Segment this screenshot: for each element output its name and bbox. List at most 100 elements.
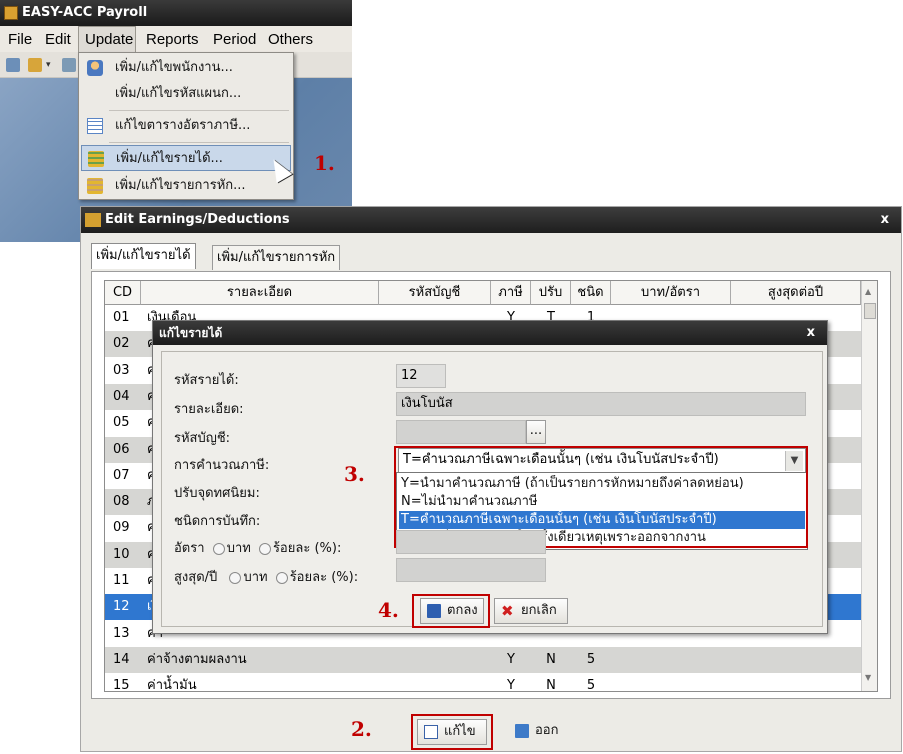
dialog-title: แก้ไขรายได้	[159, 326, 223, 340]
table-cell-cd: 11	[113, 573, 130, 588]
column-header-account[interactable]: รหัสบัญชี	[379, 281, 491, 305]
max-percent-radio[interactable]	[275, 571, 288, 584]
tab-deductions[interactable]: เพิ่ม/แก้ไขรายการหัก	[212, 245, 341, 270]
menu-bar: File Edit Update Reports Period Others	[0, 26, 352, 52]
desc-label: รายละเอียด:	[174, 402, 244, 417]
step-2-highlight	[411, 714, 493, 750]
code-field[interactable]: 12	[396, 364, 446, 388]
step-1-label: 1.	[314, 151, 335, 175]
table-row[interactable]: 15 ค่าน้ำมัน Y N 5	[105, 673, 861, 692]
table-cell-acct	[385, 647, 489, 673]
menu-item-earnings[interactable]: เพิ่ม/แก้ไขรายได้...	[81, 145, 291, 171]
menu-period[interactable]: Period	[213, 30, 256, 50]
tax-calc-label: การคำนวณภาษี:	[174, 458, 270, 473]
update-menu-dropdown: เพิ่ม/แก้ไขพนักงาน... เพิ่ม/แก้ไขรหัสแผน…	[78, 52, 294, 200]
table-cell-acct	[385, 673, 489, 691]
edit-window-title: Edit Earnings/Deductions	[105, 212, 290, 227]
table-cell-cd: 15	[113, 678, 130, 692]
app-icon	[4, 6, 18, 20]
table-cell-tax: Y	[507, 651, 515, 667]
column-header-max[interactable]: สูงสุดต่อปี	[731, 281, 861, 305]
menu-item-tax-table[interactable]: แก้ไขตารางอัตราภาษี...	[81, 113, 291, 139]
app-title-bar: EASY-ACC Payroll	[0, 0, 352, 26]
column-header-desc[interactable]: รายละเอียด	[141, 281, 379, 305]
toolbar-book-icon[interactable]	[6, 58, 20, 72]
app-title: EASY-ACC Payroll	[22, 5, 148, 20]
max-year-row: สูงสุด/ปี บาท ร้อยละ (%):	[174, 570, 359, 585]
menu-separator	[109, 142, 289, 143]
close-icon[interactable]: x	[881, 207, 889, 233]
menu-others[interactable]: Others	[268, 30, 313, 50]
table-cell-cd: 03	[113, 362, 130, 378]
record-type-label: ชนิดการบันทึก:	[174, 514, 261, 529]
table-cell-cd: 08	[113, 494, 130, 510]
scroll-thumb[interactable]	[864, 303, 876, 319]
cancel-x-icon: ✖	[501, 602, 514, 620]
table-cell-cd: 04	[113, 388, 130, 404]
money-icon	[88, 151, 104, 167]
table-cell-cd: 12	[113, 599, 130, 615]
max-year-field[interactable]	[396, 558, 546, 582]
vertical-scrollbar[interactable]: ▲ ▼	[861, 281, 877, 691]
money-icon	[85, 213, 101, 227]
account-browse-button[interactable]: ...	[526, 420, 546, 444]
menu-edit[interactable]: Edit	[45, 30, 71, 50]
table-cell-adj: N	[546, 678, 556, 692]
column-header-type[interactable]: ชนิด	[571, 281, 611, 305]
money-icon	[87, 178, 103, 194]
code-label: รหัสรายได้:	[174, 373, 239, 388]
toolbar-add-icon[interactable]	[28, 58, 42, 72]
rounding-label: ปรับจุดทศนิยม:	[174, 486, 260, 501]
table-cell-cd: 05	[113, 415, 130, 431]
scroll-down-icon[interactable]: ▼	[865, 673, 871, 682]
table-cell-type: 5	[586, 678, 596, 692]
column-header-cd[interactable]: CD	[105, 281, 141, 305]
table-cell-tax: Y	[507, 678, 515, 692]
menu-item-department[interactable]: เพิ่ม/แก้ไขรหัสแผนก...	[81, 81, 291, 107]
menu-reports[interactable]: Reports	[146, 30, 199, 50]
desc-field[interactable]: เงินโบนัส	[396, 392, 806, 416]
close-icon[interactable]: x	[807, 321, 815, 345]
exit-door-icon	[515, 724, 529, 738]
cancel-button[interactable]: ✖ ยกเลิก	[494, 598, 568, 624]
column-header-rate[interactable]: บาท/อัตรา	[611, 281, 731, 305]
menu-file[interactable]: File	[8, 30, 32, 50]
column-header-adjust[interactable]: ปรับ	[531, 281, 571, 305]
step-4-label: 4.	[378, 598, 399, 622]
exit-button[interactable]: ออก	[509, 719, 569, 745]
chevron-down-icon[interactable]: ▾	[46, 60, 51, 70]
table-cell-type: 5	[586, 651, 596, 667]
rate-percent-radio[interactable]	[258, 542, 271, 555]
rate-baht-radio[interactable]	[212, 542, 225, 555]
max-baht-radio[interactable]	[229, 571, 242, 584]
rate-field[interactable]	[396, 530, 546, 554]
table-cell-cd: 13	[113, 625, 130, 641]
table-cell-cd: 14	[113, 651, 130, 667]
table-row[interactable]: 14 ค่าจ้างตามผลงาน Y N 5	[105, 646, 861, 673]
dialog-title-bar: แก้ไขรายได้ x	[153, 321, 827, 345]
rate-row: อัตรา บาท ร้อยละ (%):	[174, 541, 342, 556]
toolbar-print-icon[interactable]	[62, 58, 76, 72]
table-cell-cd: 01	[113, 310, 130, 325]
table-cell-cd: 02	[113, 336, 130, 352]
edit-window-title-bar: Edit Earnings/Deductions x	[81, 207, 901, 233]
step-3-label: 3.	[344, 462, 365, 486]
table-icon	[87, 118, 103, 134]
column-header-tax[interactable]: ภาษี	[491, 281, 531, 305]
table-cell-desc: ค่าน้ำมัน	[147, 678, 197, 692]
person-icon	[87, 60, 103, 76]
table-cell-cd: 07	[113, 467, 130, 483]
menu-item-deductions[interactable]: เพิ่ม/แก้ไขรายการหัก...	[81, 173, 291, 199]
tab-earnings[interactable]: เพิ่ม/แก้ไขรายได้	[91, 243, 196, 269]
menu-update[interactable]: Update	[78, 26, 136, 52]
step-2-label: 2.	[351, 717, 372, 741]
menu-item-employee[interactable]: เพิ่ม/แก้ไขพนักงาน...	[81, 55, 291, 81]
account-field[interactable]	[396, 420, 526, 444]
table-cell-desc: ค่าจ้างตามผลงาน	[147, 651, 247, 667]
scroll-up-icon[interactable]: ▲	[865, 287, 871, 296]
table-cell-cd: 06	[113, 441, 130, 457]
account-label: รหัสบัญชี:	[174, 431, 231, 446]
table-cell-cd: 10	[113, 546, 130, 562]
step-4-highlight	[412, 594, 490, 628]
menu-separator	[109, 110, 289, 111]
